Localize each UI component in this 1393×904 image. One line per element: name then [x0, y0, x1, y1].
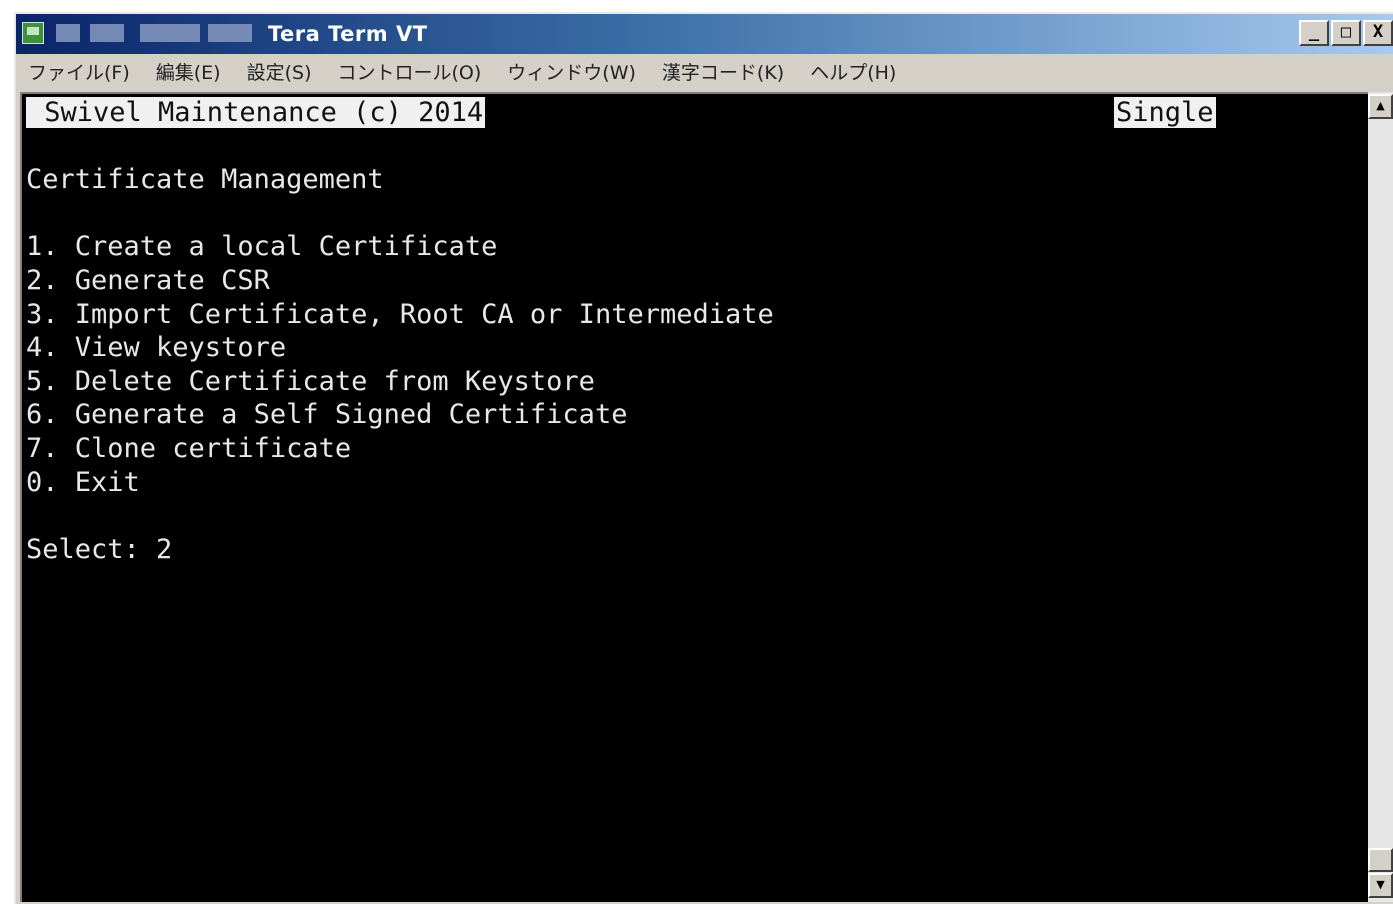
redacted-title-block — [208, 24, 252, 42]
terminal-header-right: Single — [1114, 96, 1216, 129]
redacted-title-block — [90, 24, 124, 42]
terminal-screen[interactable]: Swivel Maintenance (c) 2014 Single Certi… — [20, 92, 1368, 902]
menu-help[interactable]: ヘルプ(H) — [810, 58, 896, 85]
vertical-scrollbar[interactable]: ▲ ▼ — [1368, 92, 1393, 902]
menu-setup[interactable]: 設定(S) — [247, 58, 312, 85]
menu-option-4: 4. View keystore — [26, 332, 287, 363]
menu-option-2: 2. Generate CSR — [26, 265, 270, 296]
maximize-button[interactable]: □ — [1331, 20, 1361, 46]
menu-option-3: 3. Import Certificate, Root CA or Interm… — [26, 299, 774, 330]
menu-option-6: 6. Generate a Self Signed Certificate — [26, 399, 628, 430]
menu-window[interactable]: ウィンドウ(W) — [507, 58, 636, 85]
redacted-title-block — [140, 24, 200, 42]
menu-bar: ファイル(F) 編集(E) 設定(S) コントロール(O) ウィンドウ(W) 漢… — [16, 54, 1393, 88]
mode-indicator: Single — [1114, 97, 1216, 128]
menu-control[interactable]: コントロール(O) — [338, 58, 482, 85]
menu-file[interactable]: ファイル(F) — [28, 58, 130, 85]
maintenance-banner: Swivel Maintenance (c) 2014 — [26, 97, 486, 128]
tera-term-app-icon[interactable] — [22, 22, 44, 44]
menu-option-1: 1. Create a local Certificate — [26, 231, 498, 262]
tera-term-window: Tera Term VT _ □ X ファイル(F) 編集(E) 設定(S) コ… — [14, 12, 1393, 904]
menu-heading: Certificate Management — [26, 164, 384, 195]
terminal-header-left: Swivel Maintenance (c) 2014 — [26, 96, 486, 129]
redacted-title-block — [56, 24, 80, 42]
minimize-button[interactable]: _ — [1299, 20, 1329, 46]
menu-edit[interactable]: 編集(E) — [156, 58, 221, 85]
scroll-up-icon[interactable]: ▲ — [1368, 94, 1393, 119]
select-prompt: Select: 2 — [26, 534, 173, 565]
close-button[interactable]: X — [1363, 20, 1393, 46]
menu-option-7: 7. Clone certificate — [26, 433, 352, 464]
title-bar[interactable]: Tera Term VT _ □ X — [16, 14, 1393, 54]
menu-kanji-code[interactable]: 漢字コード(K) — [662, 58, 784, 85]
window-controls: _ □ X — [1299, 20, 1393, 46]
scroll-down-icon[interactable]: ▼ — [1368, 873, 1393, 898]
window-title: Tera Term VT — [268, 22, 428, 46]
menu-option-5: 5. Delete Certificate from Keystore — [26, 366, 595, 397]
menu-option-0: 0. Exit — [26, 467, 140, 498]
scroll-thumb[interactable] — [1368, 848, 1393, 872]
